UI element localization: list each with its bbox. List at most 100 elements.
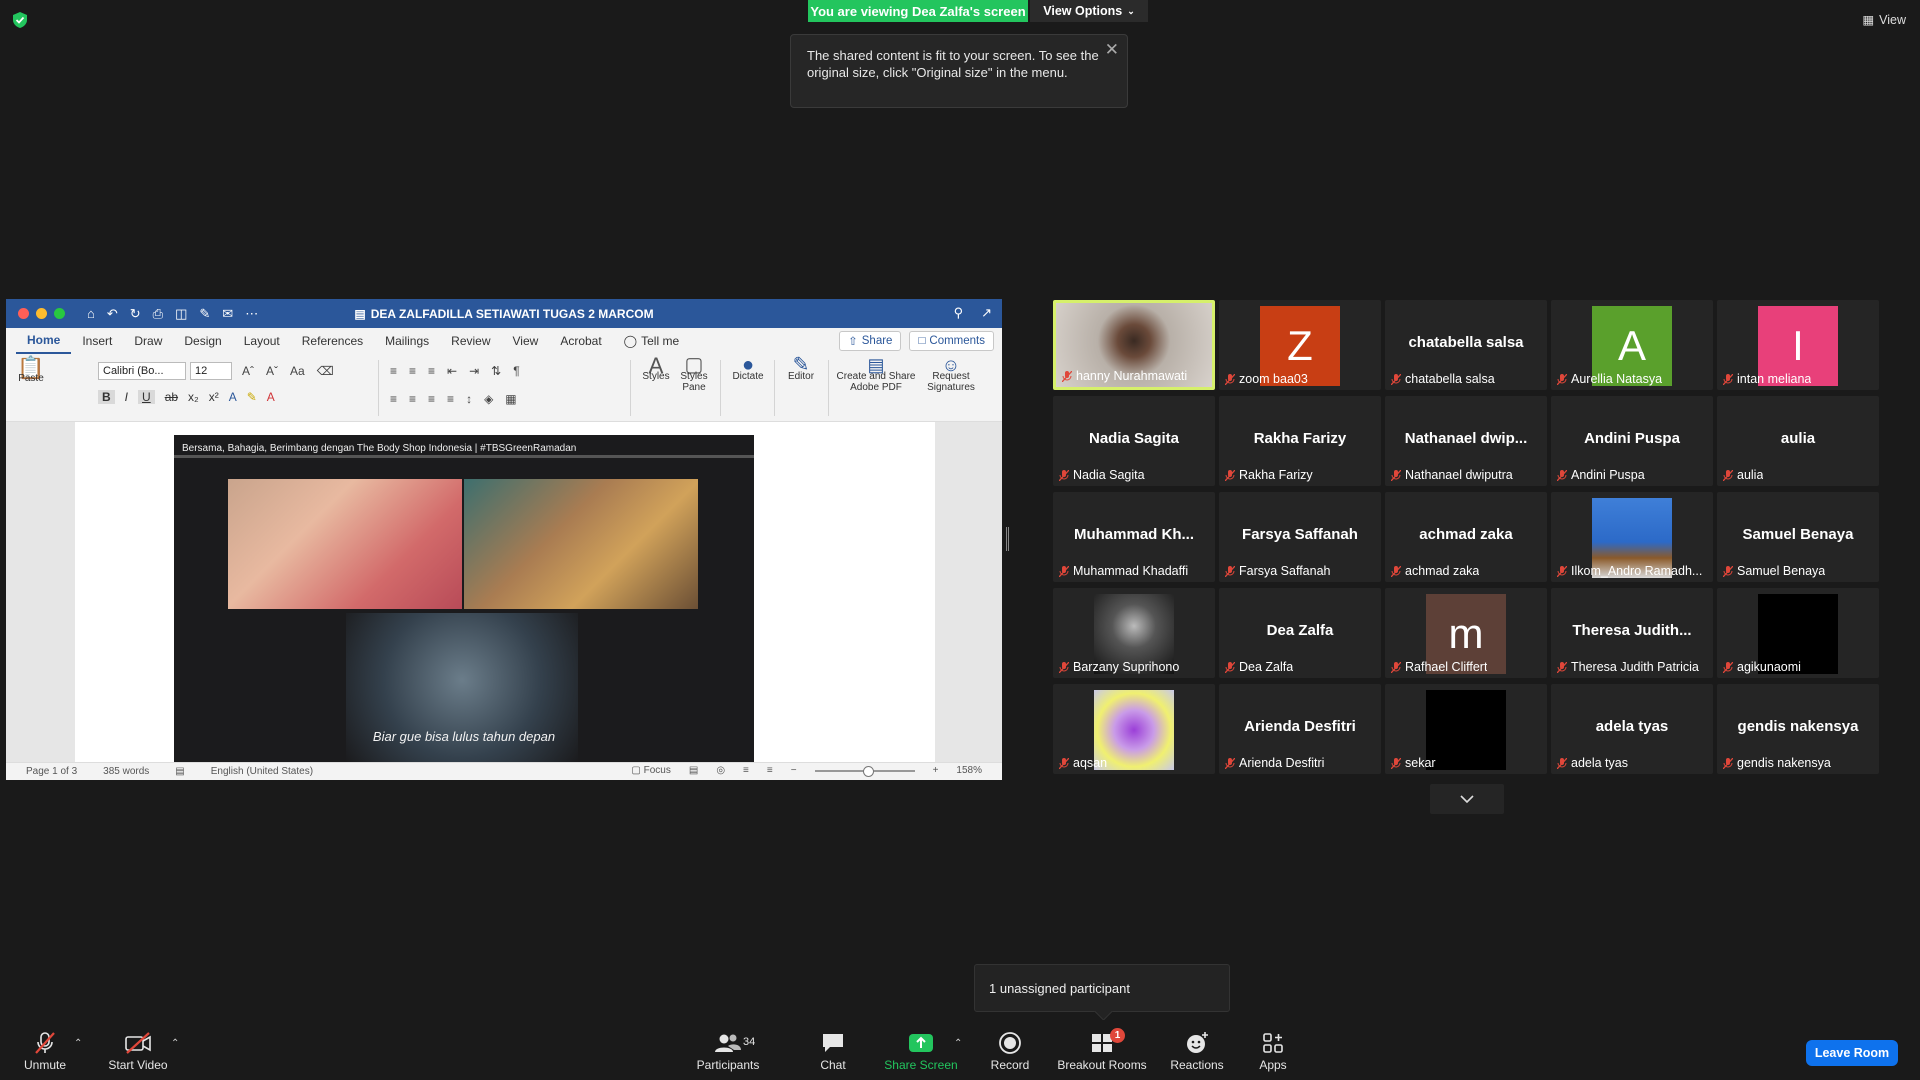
borders-icon[interactable]: ▦: [505, 392, 516, 406]
align-left-icon[interactable]: ≡: [390, 392, 397, 406]
share-splitter-handle[interactable]: [1006, 527, 1009, 551]
shared-word-window[interactable]: ⌂ ↶ ↻ ⎙ ◫ ✎ ✉ ⋯ ▤ DEA ZALFADILLA SETIAWAT…: [6, 299, 1002, 780]
participant-tile[interactable]: chatabella salsa chatabella salsa: [1385, 300, 1547, 390]
participant-tile[interactable]: Arienda Desfitri Arienda Desfitri: [1219, 684, 1381, 774]
mail-icon[interactable]: ✉: [222, 306, 233, 322]
share-options-caret-icon[interactable]: ⌃: [954, 1038, 962, 1049]
text-effects-icon[interactable]: A: [229, 390, 237, 404]
draft-icon[interactable]: ≡: [767, 765, 773, 776]
start-video-button[interactable]: Start Video: [106, 1030, 170, 1072]
participant-tile[interactable]: Farsya Saffanah Farsya Saffanah: [1219, 492, 1381, 582]
tab-draw[interactable]: Draw: [123, 328, 173, 354]
clear-format-icon[interactable]: ⌫: [317, 364, 334, 378]
paste-button[interactable]: 📋 Paste: [16, 357, 46, 385]
styles-pane-button[interactable]: ▢ Styles Pane: [676, 355, 712, 393]
gallery-next-page-button[interactable]: [1430, 784, 1504, 814]
audio-options-caret-icon[interactable]: ⌃: [74, 1038, 82, 1049]
superscript-icon[interactable]: x²: [209, 390, 219, 404]
subscript-icon[interactable]: x₂: [188, 390, 199, 404]
participant-tile[interactable]: Muhammad Kh... Muhammad Khadaffi: [1053, 492, 1215, 582]
participant-tile[interactable]: m Rafhael Cliffert: [1385, 588, 1547, 678]
participant-tile[interactable]: Rakha Farizy Rakha Farizy: [1219, 396, 1381, 486]
more-icon[interactable]: ⋯: [245, 306, 258, 322]
participant-tile[interactable]: aulia aulia: [1717, 396, 1879, 486]
dictate-button[interactable]: ● Dictate: [728, 355, 768, 382]
save-icon[interactable]: ◫: [175, 306, 187, 322]
outline-icon[interactable]: ≡: [743, 765, 749, 776]
video-options-caret-icon[interactable]: ⌃: [171, 1038, 179, 1049]
focus-button[interactable]: ▢ Focus: [631, 765, 670, 776]
participant-tile[interactable]: Nathanael dwip... Nathanael dwiputra: [1385, 396, 1547, 486]
create-share-pdf-button[interactable]: ▤ Create and Share Adobe PDF: [836, 356, 916, 393]
participant-tile[interactable]: Zzoom baa03: [1219, 300, 1381, 390]
shrink-font-icon[interactable]: Aˇ: [266, 364, 278, 378]
zoom-in-icon[interactable]: +: [933, 765, 939, 776]
bullets-icon[interactable]: ≡: [390, 364, 397, 378]
shading-icon[interactable]: ◈: [484, 392, 493, 406]
participant-tile[interactable]: Dea Zalfa Dea Zalfa: [1219, 588, 1381, 678]
leave-room-button[interactable]: Leave Room: [1806, 1040, 1898, 1066]
participant-tile[interactable]: aqsan: [1053, 684, 1215, 774]
print-icon[interactable]: ⎙: [153, 306, 163, 322]
tab-layout[interactable]: Layout: [233, 328, 291, 354]
reactions-button[interactable]: Reactions: [1166, 1030, 1228, 1072]
chat-button[interactable]: Chat: [808, 1030, 858, 1072]
zoom-level[interactable]: 158%: [956, 765, 982, 776]
search-icon[interactable]: ⚲: [954, 305, 964, 321]
home-icon[interactable]: ⌂: [87, 306, 95, 322]
undo-icon[interactable]: ↶: [107, 306, 118, 322]
zoom-out-icon[interactable]: −: [791, 765, 797, 776]
participant-tile[interactable]: gendis nakensya gendis nakensya: [1717, 684, 1879, 774]
close-window-icon[interactable]: [18, 308, 29, 319]
tab-view[interactable]: View: [502, 328, 550, 354]
participant-tile[interactable]: Iintan meliana: [1717, 300, 1879, 390]
change-case-icon[interactable]: Aa: [290, 364, 305, 378]
font-color-icon[interactable]: A: [267, 390, 275, 404]
sort-icon[interactable]: ⇅: [491, 364, 501, 378]
participant-tile[interactable]: Ilkom_Andro Ramadh...: [1551, 492, 1713, 582]
edit-icon[interactable]: ✎: [199, 306, 210, 322]
web-layout-icon[interactable]: ◎: [716, 765, 725, 776]
request-signatures-button[interactable]: ☺ Request Signatures: [918, 356, 984, 393]
justify-icon[interactable]: ≡: [447, 392, 454, 406]
minimize-window-icon[interactable]: [36, 308, 47, 319]
participant-tile[interactable]: adela tyas adela tyas: [1551, 684, 1713, 774]
view-options-button[interactable]: View Options ⌄: [1030, 0, 1148, 22]
comments-button[interactable]: □ Comments: [909, 331, 994, 351]
underline-icon[interactable]: U: [138, 390, 155, 404]
tab-home[interactable]: Home: [16, 328, 72, 354]
breakout-rooms-button[interactable]: 1 Breakout Rooms: [1056, 1028, 1148, 1072]
share-screen-button[interactable]: Share Screen: [880, 1030, 962, 1072]
increase-indent-icon[interactable]: ⇥: [469, 364, 479, 378]
font-name-select[interactable]: Calibri (Bo...: [98, 362, 186, 380]
tab-acrobat[interactable]: Acrobat: [549, 328, 612, 354]
font-size-select[interactable]: 12: [190, 362, 232, 380]
participant-tile[interactable]: Samuel Benaya Samuel Benaya: [1717, 492, 1879, 582]
strikethrough-icon[interactable]: ab: [165, 390, 178, 404]
pilcrow-icon[interactable]: ¶: [513, 364, 519, 378]
unmute-button[interactable]: Unmute: [20, 1030, 70, 1072]
participant-tile[interactable]: Nadia Sagita Nadia Sagita: [1053, 396, 1215, 486]
print-layout-icon[interactable]: ▤: [689, 765, 698, 776]
proofing-icon[interactable]: ▤: [175, 766, 184, 777]
tab-tell-me[interactable]: ◯ Tell me: [613, 328, 690, 354]
embedded-video[interactable]: Bersama, Bahagia, Berimbang dengan The B…: [174, 435, 754, 762]
participant-tile[interactable]: sekar: [1385, 684, 1547, 774]
participant-tile[interactable]: Barzany Suprihono: [1053, 588, 1215, 678]
share-window-icon[interactable]: ↗: [981, 305, 992, 321]
security-shield-icon[interactable]: [13, 12, 27, 28]
numbering-icon[interactable]: ≡: [409, 364, 416, 378]
participant-tile[interactable]: A Aurellia Natasya: [1551, 300, 1713, 390]
tab-review[interactable]: Review: [440, 328, 501, 354]
align-right-icon[interactable]: ≡: [428, 392, 435, 406]
multilevel-list-icon[interactable]: ≡: [428, 364, 435, 378]
bold-icon[interactable]: B: [98, 390, 115, 404]
unassigned-participant-popup[interactable]: 1 unassigned participant: [974, 964, 1230, 1012]
participant-tile[interactable]: agikunaomi: [1717, 588, 1879, 678]
highlight-icon[interactable]: ✎: [247, 390, 257, 404]
zoom-slider[interactable]: [814, 765, 915, 777]
view-button[interactable]: ▦ View: [1862, 12, 1906, 28]
page-count[interactable]: Page 1 of 3: [26, 766, 77, 777]
align-center-icon[interactable]: ≡: [409, 392, 416, 406]
language[interactable]: English (United States): [211, 766, 313, 777]
